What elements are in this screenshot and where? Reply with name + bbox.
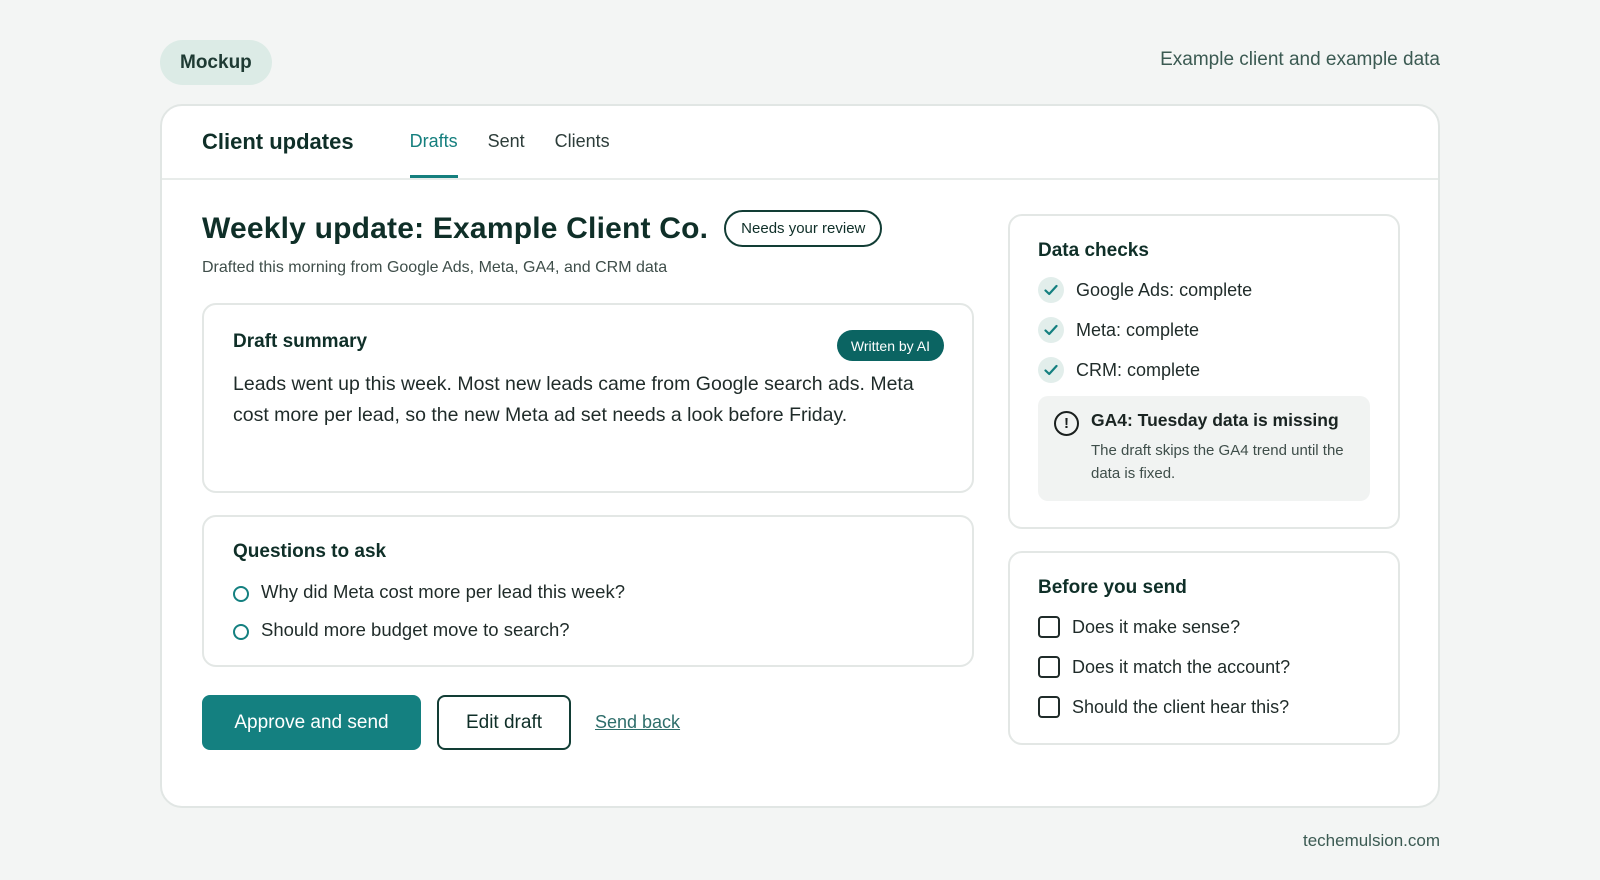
warning-body: GA4: Tuesday data is missing The draft s… [1091, 410, 1346, 485]
checklist-item[interactable]: Should the client hear this? [1038, 687, 1370, 727]
headline-row: Weekly update: Example Client Co. Needs … [202, 210, 974, 247]
checkmark-icon [1038, 317, 1064, 343]
data-check-label: Google Ads: complete [1076, 279, 1253, 300]
data-checks-list: Google Ads: complete Meta: complete CRM:… [1038, 270, 1370, 390]
checklist-label: Does it match the account? [1072, 656, 1291, 677]
data-check-item: Meta: complete [1038, 310, 1370, 350]
checkbox[interactable] [1038, 616, 1060, 638]
before-you-send-title: Before you send [1038, 577, 1187, 598]
questions-card: Questions to ask Why did Meta cost more … [202, 515, 974, 667]
approve-and-send-button[interactable]: Approve and send [202, 695, 421, 750]
action-bar: Approve and send Edit draft Send back [202, 695, 974, 750]
checkbox[interactable] [1038, 696, 1060, 718]
draft-summary-card: Draft summary Written by AI Leads went u… [202, 303, 974, 493]
data-checks-card: Data checks Google Ads: complete Meta: c… [1008, 214, 1400, 529]
tab-drafts[interactable]: Drafts [409, 106, 458, 178]
circle-bullet-icon [233, 624, 249, 640]
page-title: Weekly update: Example Client Co. [202, 211, 709, 245]
before-you-send-card: Before you send Does it make sense? Does… [1008, 551, 1400, 745]
checkmark-icon [1038, 277, 1064, 303]
tab-bar: Drafts Sent Clients [409, 106, 640, 178]
app-window: Client updates Drafts Sent Clients Weekl… [160, 104, 1440, 808]
checklist-label: Does it make sense? [1072, 616, 1241, 637]
tab-sent[interactable]: Sent [488, 106, 525, 178]
side-column: Data checks Google Ads: complete Meta: c… [1008, 214, 1400, 745]
questions-title: Questions to ask [233, 541, 387, 562]
checkmark-icon [1038, 357, 1064, 383]
status-badge: Needs your review [724, 210, 883, 247]
alert-circle-icon: ! [1054, 411, 1079, 436]
written-by-ai-badge: Written by AI [836, 330, 944, 361]
data-check-item: Google Ads: complete [1038, 270, 1370, 310]
checklist-label: Should the client hear this? [1072, 696, 1290, 717]
edit-draft-button[interactable]: Edit draft [437, 695, 571, 750]
disclaimer-text: Example client and example data [1160, 49, 1440, 70]
checklist-item[interactable]: Does it make sense? [1038, 607, 1370, 647]
data-check-label: Meta: complete [1076, 319, 1200, 340]
app-title: Client updates [202, 129, 354, 154]
warning-title: GA4: Tuesday data is missing [1091, 410, 1339, 430]
send-back-link[interactable]: Send back [595, 712, 680, 733]
question-item: Why did Meta cost more per lead this wee… [233, 573, 943, 611]
data-check-label: CRM: complete [1076, 359, 1201, 380]
checklist-item[interactable]: Does it match the account? [1038, 647, 1370, 687]
question-text: Should more budget move to search? [261, 619, 570, 640]
draft-summary-text: Leads went up this week. Most new leads … [233, 373, 914, 426]
footer-site-text: techemulsion.com [1302, 831, 1440, 850]
question-text: Why did Meta cost more per lead this wee… [261, 581, 625, 602]
data-check-item: CRM: complete [1038, 350, 1370, 390]
before-you-send-checklist: Does it make sense? Does it match the ac… [1038, 607, 1370, 727]
top-navigation: Client updates Drafts Sent Clients [162, 106, 1438, 180]
page-subtitle: Drafted this morning from Google Ads, Me… [202, 259, 668, 276]
question-item: Should more budget move to search? [233, 611, 943, 649]
questions-list: Why did Meta cost more per lead this wee… [233, 573, 943, 649]
missing-data-warning: ! GA4: Tuesday data is missing The draft… [1038, 396, 1370, 501]
tab-clients[interactable]: Clients [555, 106, 610, 178]
main-column: Weekly update: Example Client Co. Needs … [202, 210, 974, 750]
warning-text: The draft skips the GA4 trend until the … [1091, 442, 1344, 482]
mockup-label: Mockup [160, 40, 272, 85]
data-checks-title: Data checks [1038, 240, 1149, 261]
circle-bullet-icon [233, 586, 249, 602]
checkbox[interactable] [1038, 656, 1060, 678]
